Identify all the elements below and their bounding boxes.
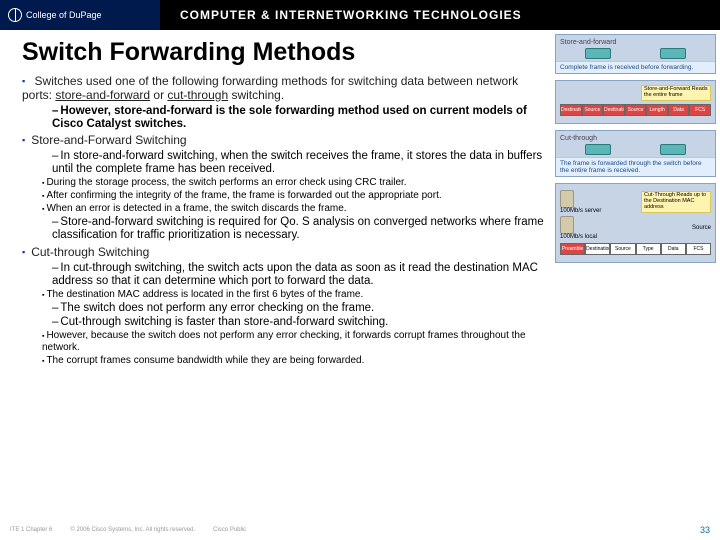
section-saf: Store-and-Forward Switching	[22, 134, 545, 148]
cut-label: Cut-through	[560, 135, 711, 142]
diagram-column: Store-and-forward Complete frame is rece…	[555, 30, 720, 520]
page-title: Switch Forwarding Methods	[22, 38, 545, 67]
header-bar: College of DuPage COMPUTER & INTERNETWOR…	[0, 0, 720, 30]
saf-p2: Store-and-forward switching is required …	[52, 216, 545, 242]
frame-bar: Preamble Destination Source Type Data FC…	[560, 243, 711, 255]
footer-chapter: ITE 1 Chapter 6	[10, 527, 52, 533]
note-catalyst: However, store-and-forward is the sole f…	[52, 105, 545, 131]
saf-label: Store-and-forward	[560, 39, 711, 46]
cut-p1: In cut-through switching, the switch act…	[52, 262, 545, 288]
course-title: COMPUTER & INTERNETWORKING TECHNOLOGIES	[160, 8, 522, 22]
saf-frame-diagram: Store-and-Forward Reads the entire frame…	[555, 80, 716, 124]
switch-icon	[660, 48, 686, 59]
cut-d2: However, because the switch does not per…	[42, 330, 545, 354]
college-name: College of DuPage	[26, 10, 102, 20]
source-label: Source	[692, 225, 711, 231]
footer: ITE 1 Chapter 6 © 2006 Cisco Systems, In…	[0, 522, 720, 538]
bullet-intro: Switches used one of the following forwa…	[22, 75, 545, 103]
cut-p3: Cut-through switching is faster than sto…	[52, 316, 545, 329]
server-icon	[560, 216, 574, 234]
saf-d2: After confirming the integrity of the fr…	[42, 190, 545, 202]
cut-diagram: Cut-through The frame is forwarded throu…	[555, 130, 716, 177]
frame-bar: Destination Source Destination Source Le…	[560, 104, 711, 116]
saf-read-box: Store-and-Forward Reads the entire frame	[641, 85, 711, 101]
switch-icon	[660, 144, 686, 155]
link-saf[interactable]: store-and-forward	[55, 88, 150, 102]
section-cut: Cut-through Switching	[22, 246, 545, 260]
switch-icon	[585, 48, 611, 59]
footer-copyright: © 2006 Cisco Systems, Inc. All rights re…	[70, 527, 195, 533]
college-logo: College of DuPage	[0, 0, 160, 30]
cut-d1: The destination MAC address is located i…	[42, 289, 545, 301]
server-icon	[560, 190, 574, 208]
cut-d3: The corrupt frames consume bandwidth whi…	[42, 355, 545, 367]
saf-p1: In store-and-forward switching, when the…	[52, 150, 545, 176]
saf-d3: When an error is detected in a frame, th…	[42, 203, 545, 215]
saf-diagram: Store-and-forward Complete frame is rece…	[555, 34, 716, 74]
saf-d1: During the storage process, the switch p…	[42, 177, 545, 189]
link-cut[interactable]: cut-through	[167, 88, 228, 102]
cut-p2: The switch does not perform any error ch…	[52, 302, 545, 315]
cut-frame-diagram: 100Mb/s server Cut-Through Reads up to t…	[555, 183, 716, 263]
page-number: 33	[700, 525, 710, 535]
switch-icon	[585, 144, 611, 155]
saf-caption: Complete frame is received before forwar…	[556, 61, 715, 73]
globe-icon	[8, 8, 22, 22]
footer-public: Cisco Public	[213, 527, 246, 533]
cut-read-box: Cut-Through Reads up to the Destination …	[641, 191, 711, 212]
cut-caption: The frame is forwarded through the switc…	[556, 157, 715, 176]
